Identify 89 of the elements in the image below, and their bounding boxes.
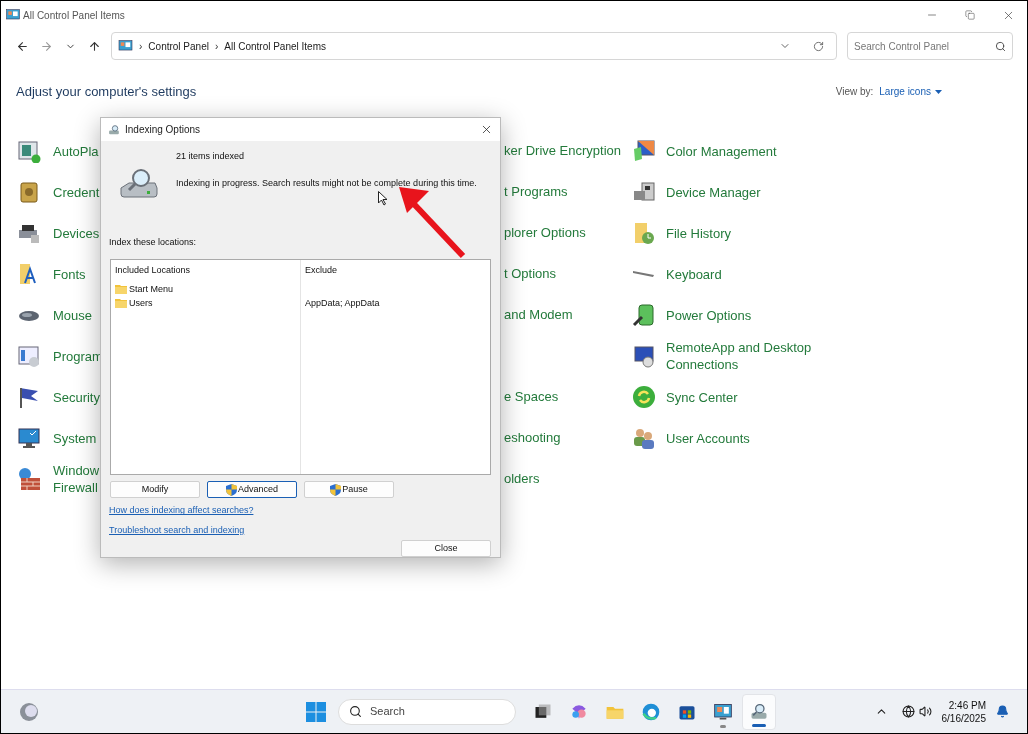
- control-panel-icon: [118, 39, 133, 53]
- page-heading: Adjust your computer's settings: [16, 83, 197, 101]
- location-name[interactable]: Start Menu: [129, 282, 174, 297]
- caret-icon: [935, 89, 942, 94]
- column-header: Included Locations: [115, 263, 192, 277]
- color-monitor-icon: [632, 139, 656, 163]
- safe-icon: [17, 180, 41, 204]
- control-panel-item[interactable]: and Modem: [504, 305, 573, 325]
- brick-wall-icon: [17, 467, 41, 491]
- view-by-label: View by:: [835, 85, 874, 100]
- dialog-button[interactable]: Pause: [304, 481, 394, 499]
- control-panel-item[interactable]: Power Options: [666, 306, 752, 324]
- control-panel-item[interactable]: Sync Center: [666, 388, 738, 406]
- status-message: Indexing in progress. Search results might not be complete during this time.: [176, 176, 477, 190]
- clock[interactable]: 2:46 PM 6/16/2025: [941, 698, 986, 725]
- control-panel-item[interactable]: RemoteApp and Desktop Connections: [666, 339, 812, 373]
- media-monitor-icon: [17, 139, 41, 163]
- control-panel-item[interactable]: Window Firewall: [53, 462, 100, 496]
- control-panel-item[interactable]: Device Manager: [666, 183, 761, 201]
- search-icon: [349, 705, 362, 718]
- control-panel-item[interactable]: User Accounts: [666, 429, 750, 447]
- section-label: Index these locations:: [109, 236, 198, 250]
- exclusion-text: AppData; AppData: [305, 296, 380, 310]
- folder-icon: [115, 284, 127, 295]
- search-field[interactable]: Search Control Panel: [854, 38, 995, 54]
- control-panel-item[interactable]: plorer Options: [504, 223, 586, 243]
- control-panel-item[interactable]: e Spaces: [504, 387, 559, 407]
- breadcrumb[interactable]: All Control Panel Items: [224, 38, 326, 54]
- folder-icon: [115, 298, 127, 309]
- address-bar[interactable]: › Control Panel › All Control Panel Items: [111, 32, 837, 60]
- taskbar-search-box[interactable]: Search: [338, 698, 516, 725]
- help-link[interactable]: How does indexing affect searches?: [109, 504, 254, 518]
- volume-icon[interactable]: [918, 705, 932, 718]
- keyboard-icon: [632, 270, 656, 278]
- folder-clock-icon: [632, 221, 656, 245]
- control-panel-item[interactable]: ker Drive Encryption: [504, 141, 622, 161]
- window-title: All Control Panel Items: [23, 8, 125, 23]
- drive-magnifier-icon: [108, 123, 121, 136]
- clock-date: 6/16/2025: [941, 711, 986, 725]
- back-icon[interactable]: [15, 39, 29, 53]
- notification-icon[interactable]: [996, 705, 1009, 718]
- control-panel-item[interactable]: File History: [666, 224, 731, 242]
- control-panel-item[interactable]: Security: [53, 388, 100, 406]
- location-name[interactable]: Users: [129, 296, 153, 311]
- control-panel-item[interactable]: t Programs: [504, 182, 568, 202]
- dialog-title: Indexing Options: [125, 123, 201, 138]
- remote-monitor-icon: [632, 344, 656, 368]
- control-panel-item[interactable]: AutoPla: [53, 142, 99, 160]
- control-panel-item[interactable]: Fonts: [53, 265, 86, 283]
- dialog-button[interactable]: Modify: [110, 481, 200, 499]
- control-panel-item[interactable]: Mouse: [53, 306, 93, 324]
- device-icon: [632, 180, 656, 204]
- help-link[interactable]: Troubleshoot search and indexing: [109, 523, 245, 538]
- forward-icon[interactable]: [39, 39, 53, 53]
- battery-plug-icon: [632, 303, 656, 327]
- search-icon: [995, 40, 1006, 52]
- breadcrumb-separator: ›: [214, 39, 219, 54]
- dialog-button[interactable]: Advanced: [207, 481, 297, 499]
- search-box[interactable]: Search Control Panel: [847, 32, 1013, 60]
- disc-window-icon: [17, 344, 41, 368]
- control-panel-item[interactable]: eshooting: [504, 428, 561, 448]
- column-header: Exclude: [305, 263, 339, 277]
- refresh-icon[interactable]: [813, 40, 824, 52]
- control-panel-item[interactable]: Devices: [53, 224, 100, 242]
- control-panel-item[interactable]: olders: [504, 469, 540, 489]
- control-panel-item[interactable]: System: [53, 429, 97, 447]
- users-icon: [632, 426, 656, 450]
- clock-time: 2:46 PM: [948, 698, 986, 712]
- weather-icon: [19, 701, 39, 722]
- taskbar-search-field[interactable]: Search: [370, 703, 505, 720]
- sync-icon: [632, 385, 656, 409]
- breadcrumb-separator: ›: [139, 39, 143, 54]
- start-icon[interactable]: [306, 701, 326, 722]
- control-panel-icon: [6, 8, 20, 22]
- control-panel-item[interactable]: t Options: [504, 264, 557, 284]
- monitor-icon: [17, 426, 41, 450]
- drive-magnifier-icon[interactable]: [742, 693, 776, 730]
- control-panel-item[interactable]: Color Management: [666, 142, 777, 160]
- close-dialog-button[interactable]: Close: [401, 540, 491, 557]
- cursor-icon: [378, 191, 388, 206]
- network-icon[interactable]: [901, 705, 915, 718]
- indexed-count: 21 items indexed: [176, 150, 246, 164]
- restore-icon[interactable]: [965, 10, 975, 20]
- control-panel-item[interactable]: Keyboard: [666, 265, 722, 283]
- control-panel-item[interactable]: Program: [53, 347, 103, 365]
- drive-magnifier-icon: [119, 166, 159, 201]
- up-icon[interactable]: [87, 39, 101, 53]
- view-by-dropdown[interactable]: Large icons: [879, 84, 942, 100]
- breadcrumb[interactable]: Control Panel: [148, 38, 209, 54]
